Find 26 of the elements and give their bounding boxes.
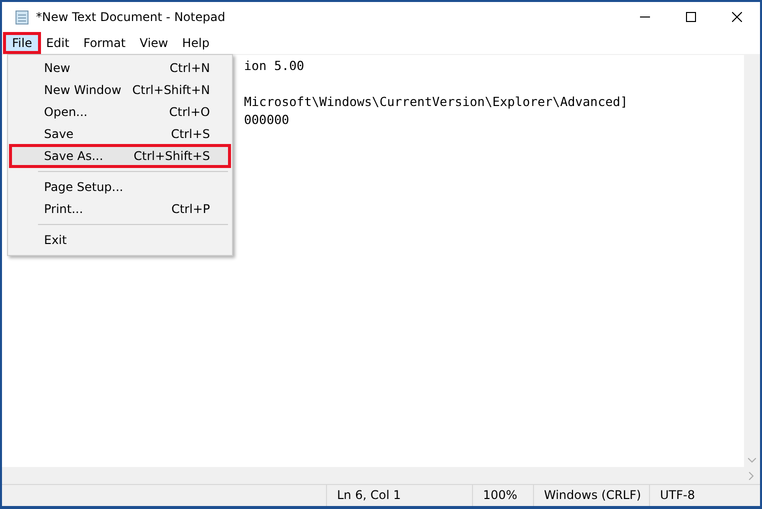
menu-item[interactable]: Exit	[10, 229, 230, 251]
menu-item[interactable]: Page Setup...	[10, 176, 230, 198]
menu-tab[interactable]: Help	[175, 34, 216, 52]
status-text: 100%	[483, 488, 518, 502]
horizontal-scrollbar[interactable]	[2, 467, 760, 484]
menu-tab[interactable]: Edit	[39, 34, 76, 52]
menu-item[interactable]: New Ctrl+N	[10, 57, 230, 79]
menu-tab[interactable]: View	[132, 34, 176, 52]
menu-tab[interactable]: Format	[76, 34, 133, 52]
menu-item[interactable]: New Window Ctrl+Shift+N	[10, 79, 230, 101]
status-text: Windows (CRLF)	[544, 488, 642, 502]
status-text: Ln 6, Col 1	[337, 488, 401, 502]
menu-item[interactable]: Open... Ctrl+O	[10, 101, 230, 123]
menu-item[interactable]: Save As... Ctrl+Shift+S	[10, 145, 230, 167]
editor-text-line: Microsoft\Windows\CurrentVersion\Explorer\Advanced]	[244, 94, 628, 109]
menu-item[interactable]: Save Ctrl+S	[10, 123, 230, 145]
vertical-scrollbar[interactable]	[744, 55, 760, 467]
close-icon[interactable]	[732, 12, 742, 22]
editor-text-line: 000000	[244, 112, 290, 127]
maximize-icon[interactable]	[686, 12, 696, 22]
window-title: *New Text Document - Notepad	[36, 10, 226, 24]
status-text: UTF-8	[660, 488, 695, 502]
editor-text-line: ion 5.00	[244, 58, 304, 73]
menu-item[interactable]: Print... Ctrl+P	[10, 198, 230, 220]
notepad-icon	[14, 9, 30, 25]
menu-tab[interactable]: File	[5, 34, 40, 52]
